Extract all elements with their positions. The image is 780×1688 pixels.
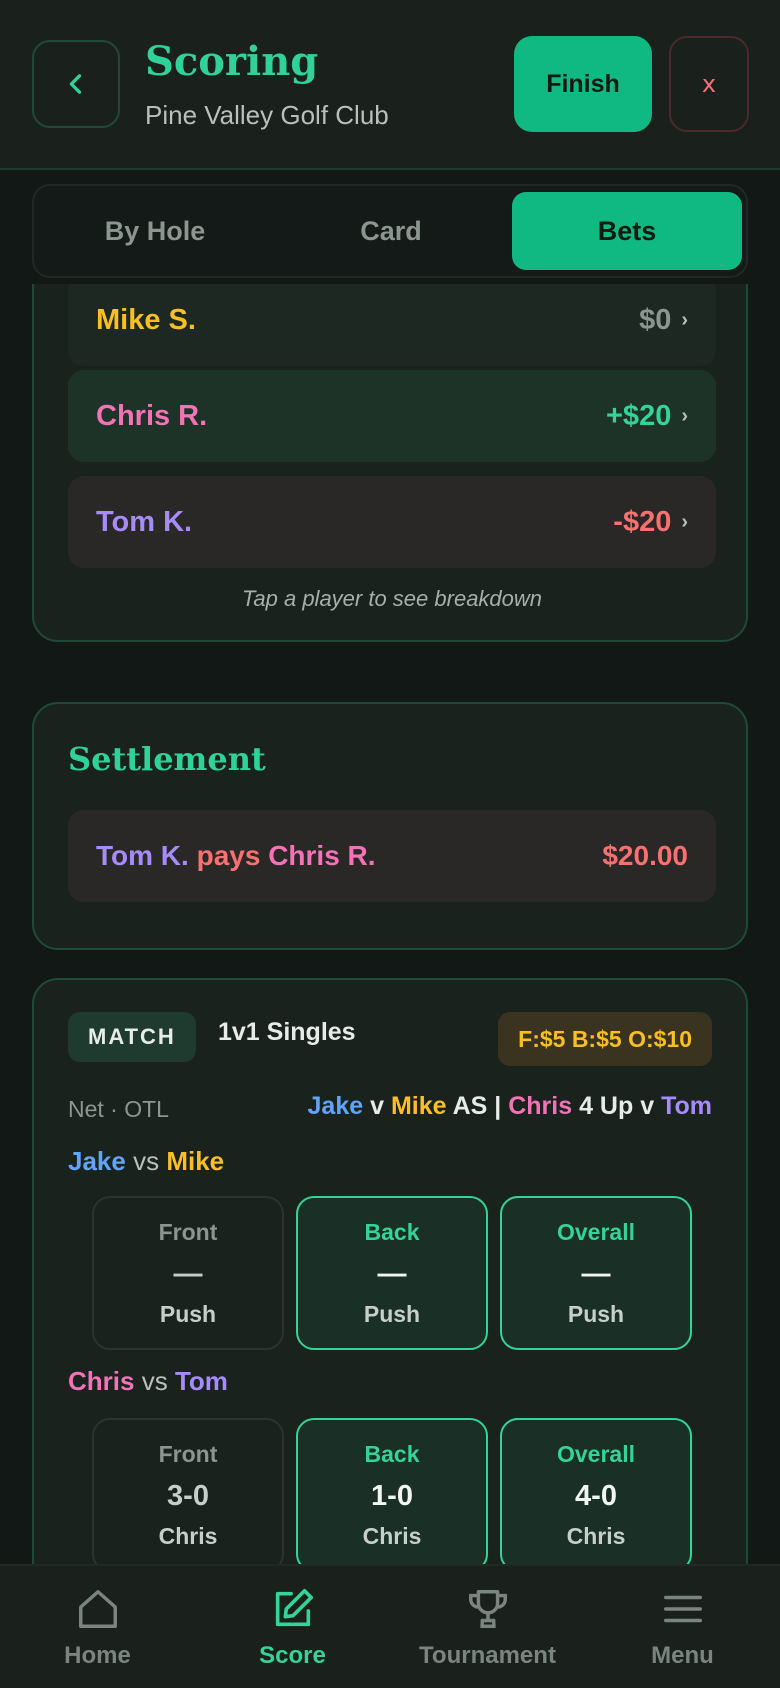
course-name: Pine Valley Golf Club — [145, 100, 389, 130]
settlement-card: Settlement Tom K. pays Chris R. $20.00 — [32, 702, 748, 950]
match-name: 1v1 Singles — [218, 1018, 356, 1046]
page-title: Scoring — [145, 38, 319, 85]
settlement-row: Tom K. pays Chris R. $20.00 — [68, 810, 716, 902]
player-row-chris[interactable]: Chris R. +$20 › — [68, 370, 716, 462]
match-badge: MATCH — [68, 1012, 196, 1062]
standings-card: Mike S. $0 › Chris R. +$20 › Tom K. -$20… — [32, 284, 748, 642]
nav-score[interactable]: Score — [195, 1566, 390, 1688]
nav-home[interactable]: Home — [0, 1566, 195, 1688]
player-amount: -$20 — [613, 505, 672, 538]
player-name: Mike S. — [96, 303, 196, 336]
settlement-amount: $20.00 — [602, 840, 688, 871]
player-name: Tom K. — [96, 505, 193, 538]
close-button[interactable]: x — [669, 36, 749, 132]
nav-menu[interactable]: Menu — [585, 1566, 780, 1688]
app-header: Scoring Pine Valley Golf Club Finish x — [0, 0, 780, 170]
view-tabs: By Hole Card Bets — [32, 184, 748, 278]
chevron-right-icon: › — [681, 510, 688, 533]
player-name: Chris R. — [96, 399, 208, 432]
pair-label-chris-tom: Chris vs Tom — [68, 1366, 228, 1396]
home-icon — [78, 1590, 117, 1628]
menu-icon — [663, 1595, 702, 1623]
chevron-right-icon: › — [681, 404, 688, 427]
back-button[interactable] — [32, 40, 120, 128]
segment-back: Back 1-0 Chris — [296, 1418, 488, 1564]
payer-name: Tom K. — [96, 840, 189, 871]
segment-front: Front 3-0 Chris — [92, 1418, 284, 1564]
bottom-nav: Home Score Tournament Menu — [0, 1564, 780, 1688]
player-row-tom[interactable]: Tom K. -$20 › — [68, 476, 716, 568]
player-amount: +$20 — [606, 399, 672, 432]
trophy-icon — [468, 1590, 507, 1628]
chevron-left-icon — [69, 74, 82, 94]
stakes-badge: F:$5 B:$5 O:$10 — [498, 1012, 712, 1066]
tab-by-hole[interactable]: By Hole — [40, 192, 270, 270]
breakdown-hint: Tap a player to see breakdown — [241, 586, 543, 611]
player-amount: $0 — [639, 303, 672, 336]
scroll-content[interactable]: Mike S. $0 › Chris R. +$20 › Tom K. -$20… — [0, 284, 780, 1564]
pays-label: pays — [196, 840, 261, 871]
match-meta: Net · OTL — [68, 1096, 169, 1122]
tab-bets[interactable]: Bets — [512, 192, 742, 270]
match-card: MATCH 1v1 Singles F:$5 B:$5 O:$10 Net · … — [32, 978, 748, 1564]
settlement-title: Settlement — [68, 740, 266, 778]
segment-back: Back — Push — [296, 1196, 488, 1350]
segment-front: Front — Push — [92, 1196, 284, 1350]
player-row-mike[interactable]: Mike S. $0 › — [68, 284, 716, 366]
tab-card[interactable]: Card — [276, 192, 506, 270]
segment-overall: Overall 4-0 Chris — [500, 1418, 692, 1564]
match-summary: Jake v Mike AS | Chris 4 Up v Tom — [307, 1092, 712, 1120]
nav-tournament[interactable]: Tournament — [390, 1566, 585, 1688]
edit-icon — [275, 1588, 313, 1627]
pair-label-jake-mike: Jake vs Mike — [68, 1146, 225, 1176]
finish-button[interactable]: Finish — [514, 36, 652, 132]
payee-name: Chris R. — [268, 840, 376, 871]
segment-overall: Overall — Push — [500, 1196, 692, 1350]
chevron-right-icon: › — [681, 308, 688, 331]
